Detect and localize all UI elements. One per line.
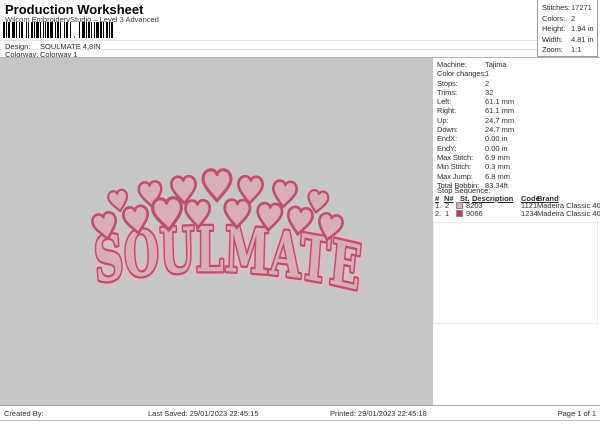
stat-zoom: Zoom: 1:1 bbox=[542, 45, 582, 55]
barcode bbox=[3, 22, 113, 38]
last-saved: Last Saved: 29/01/2023 22:45:15 bbox=[148, 409, 259, 418]
thread-swatch bbox=[456, 201, 463, 209]
stat-stitches: Stitches: 17271 bbox=[542, 3, 592, 12]
stat-width: Width: 4.81 in bbox=[542, 34, 594, 44]
stop-sequence-table-body bbox=[433, 222, 598, 324]
machine-row: Stops: 2 bbox=[437, 78, 490, 88]
stat-colors: Colors: 2 bbox=[542, 13, 576, 23]
worksheet-footer: Created By: Last Saved: 29/01/2023 22:45… bbox=[0, 405, 600, 421]
thread-swatch bbox=[456, 209, 463, 217]
barcode-comma: , bbox=[73, 29, 76, 39]
embroidery-design: SOULMATE SOULMATE bbox=[87, 168, 368, 310]
stop-row-2: 2. 1 9066 1234 Madeira Classic 40 bbox=[435, 209, 600, 218]
machine-row: Color changes: 1 bbox=[437, 69, 490, 79]
heart bbox=[201, 168, 233, 203]
machine-row: Trims: 32 bbox=[437, 87, 494, 97]
machine-row: Max Stitch: 6.9 mm bbox=[437, 152, 511, 162]
design-canvas: SOULMATE SOULMATE bbox=[0, 58, 433, 405]
stop-row-1: 1. 2 8203 1121 Madeira Classic 40 bbox=[435, 201, 600, 210]
machine-row: Right: 61.1 mm bbox=[437, 106, 515, 116]
machine-row: Machine: Tajima bbox=[437, 60, 507, 69]
design-stats-rows: Stitches: 17271 Colors: 2 Height: 1.94 i… bbox=[538, 0, 597, 56]
machine-row: EndY: 0.00 in bbox=[437, 143, 508, 153]
design-stats-box: Stitches: 17271 Colors: 2 Height: 1.94 i… bbox=[537, 0, 598, 57]
machine-panel: Machine: Tajima Color changes: 1 Stops: 2 T… bbox=[433, 58, 600, 405]
machine-info-list: Machine: Tajima Color changes: 1 Stops: 2 T… bbox=[433, 60, 600, 190]
machine-row: Max Jump: 6.8 mm bbox=[437, 171, 511, 181]
worksheet-header: Production Worksheet Wilcom EmbroiderySt… bbox=[0, 0, 600, 59]
machine-row: Min Stitch: 0.3 mm bbox=[437, 162, 511, 172]
machine-row: Left: 61.1 mm bbox=[437, 97, 515, 107]
stat-height: Height: 1.94 in bbox=[542, 24, 594, 34]
printed: Printed: 29/01/2023 22:45:18 bbox=[330, 409, 427, 418]
machine-row: Down: 24.7 mm bbox=[437, 125, 515, 135]
machine-row: Up: 24.7 mm bbox=[437, 115, 515, 125]
machine-row: EndX: 0.00 in bbox=[437, 134, 508, 144]
created-by: Created By: bbox=[4, 409, 44, 418]
page-number: Page 1 of 1 bbox=[557, 409, 596, 418]
